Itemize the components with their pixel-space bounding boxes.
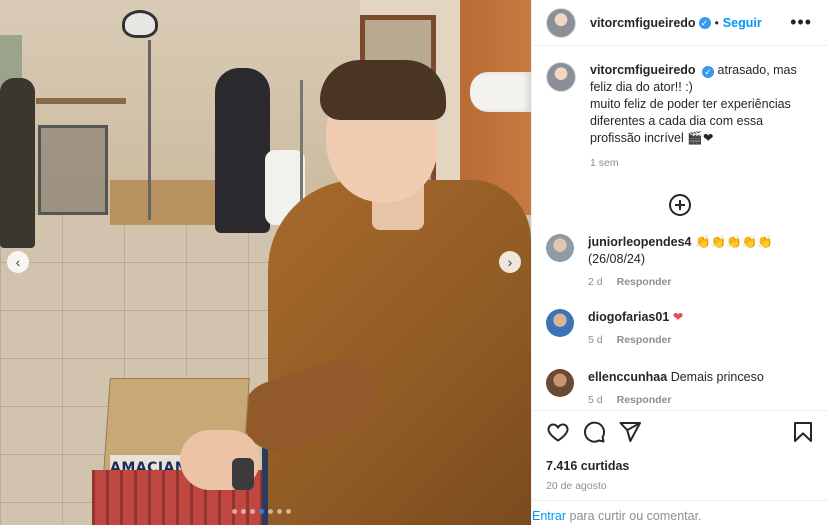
comment-icon[interactable] — [582, 420, 606, 444]
share-icon[interactable] — [618, 420, 642, 444]
separator-dot: • — [714, 15, 719, 30]
caption-emojis: 🎬❤ — [687, 131, 714, 145]
bookmark-icon[interactable] — [791, 420, 815, 444]
login-link[interactable]: Entrar — [532, 509, 566, 523]
comment-text: ❤ — [672, 310, 684, 324]
equipment-cart — [38, 125, 108, 215]
comment-time: 5 d — [588, 334, 603, 346]
commenter-username[interactable]: juniorleopendes4 — [588, 235, 692, 249]
load-more-comments[interactable] — [532, 194, 828, 216]
comment-item: diogofarias01 ❤ 5 d Responder — [532, 309, 697, 349]
commenter-avatar[interactable] — [546, 309, 574, 337]
comment-time: 2 d — [588, 276, 603, 288]
plus-circle-icon[interactable] — [669, 194, 691, 216]
carousel-dot[interactable] — [259, 509, 264, 514]
add-comment-bar: Entrar para curtir ou comentar. — [532, 500, 828, 525]
author-avatar[interactable] — [546, 7, 576, 38]
commenter-username[interactable]: ellenccunhaa — [588, 370, 667, 384]
reply-button[interactable]: Responder — [617, 334, 672, 346]
carousel-dot[interactable] — [250, 509, 255, 514]
commenter-avatar[interactable] — [546, 234, 574, 262]
wrist-watch — [232, 458, 254, 490]
carousel-dot[interactable] — [241, 509, 246, 514]
carousel-dot[interactable] — [286, 509, 291, 514]
follow-button[interactable]: Seguir — [723, 16, 762, 30]
reply-button[interactable]: Responder — [617, 394, 672, 406]
studio-light — [122, 10, 158, 38]
more-icon[interactable]: ••• — [790, 12, 812, 33]
paper-roll — [470, 72, 531, 112]
comment-item: juniorleopendes4 👏👏👏👏👏 (26/08/24) 2 d Res… — [532, 234, 828, 291]
stacked-boxes — [110, 180, 230, 225]
chevron-left-icon: ‹ — [15, 254, 21, 270]
carousel-prev-button[interactable]: ‹ — [7, 251, 29, 273]
post-photo[interactable]: AMACIANT Ac ‹ › — [0, 0, 531, 525]
caption-username[interactable]: vitorcmfigueiredo — [590, 63, 696, 77]
commenter-avatar[interactable] — [546, 369, 574, 397]
comment-text: Demais princeso — [670, 370, 764, 384]
heart-icon[interactable] — [546, 420, 570, 444]
author-username[interactable]: vitorcmfigueiredo — [590, 16, 696, 30]
post-caption: vitorcmfigueiredo ✓ atrasado, mas feliz … — [532, 46, 828, 172]
subject-jacket — [268, 180, 531, 525]
post-date: 20 de agosto — [546, 480, 607, 492]
caption-time: 1 sem — [590, 157, 619, 169]
caption-author-avatar[interactable] — [546, 62, 576, 92]
carousel-dot[interactable] — [268, 509, 273, 514]
instagram-post: AMACIANT Ac ‹ › vitorcmfigueiredo ✓ • Se… — [0, 0, 828, 525]
carousel-dots — [232, 509, 291, 514]
shelf — [36, 98, 126, 104]
post-side-panel: vitorcmfigueiredo ✓ • Seguir ••• vitorcm… — [531, 0, 828, 525]
comment-time: 5 d — [588, 394, 603, 406]
light-stand — [148, 40, 151, 220]
verified-icon: ✓ — [698, 16, 711, 29]
carousel-dot[interactable] — [232, 509, 237, 514]
like-count[interactable]: 7.416 curtidas — [546, 459, 815, 473]
background-person — [215, 68, 270, 233]
comment-item: ellenccunhaa Demais princeso 5 d Responde… — [532, 369, 778, 409]
carousel-dot[interactable] — [277, 509, 282, 514]
commenter-username[interactable]: diogofarias01 — [588, 310, 669, 324]
post-actions: 7.416 curtidas 20 de agosto — [532, 410, 828, 492]
carousel-next-button[interactable]: › — [499, 251, 521, 273]
post-header: vitorcmfigueiredo ✓ • Seguir ••• — [532, 0, 828, 46]
background-person-left — [0, 78, 35, 248]
chevron-right-icon: › — [507, 254, 513, 270]
verified-icon: ✓ — [702, 66, 715, 78]
reply-button[interactable]: Responder — [617, 276, 672, 288]
subject-hair — [320, 60, 446, 120]
add-comment-prompt: para curtir ou comentar. — [566, 509, 702, 523]
